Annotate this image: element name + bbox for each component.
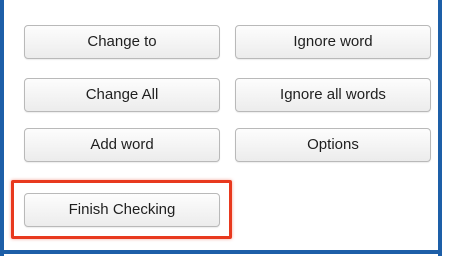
finish-checking-button[interactable]: Finish Checking [24,193,220,227]
panel-border-left [0,0,4,256]
spell-check-panel: Change to Ignore word Change All Ignore … [0,0,462,256]
change-all-button[interactable]: Change All [24,78,220,112]
options-button[interactable]: Options [235,128,431,162]
add-word-button[interactable]: Add word [24,128,220,162]
ignore-word-button[interactable]: Ignore word [235,25,431,59]
panel-border-right [438,0,442,256]
panel-border-bottom [0,250,442,254]
ignore-all-words-button[interactable]: Ignore all words [235,78,431,112]
change-to-button[interactable]: Change to [24,25,220,59]
